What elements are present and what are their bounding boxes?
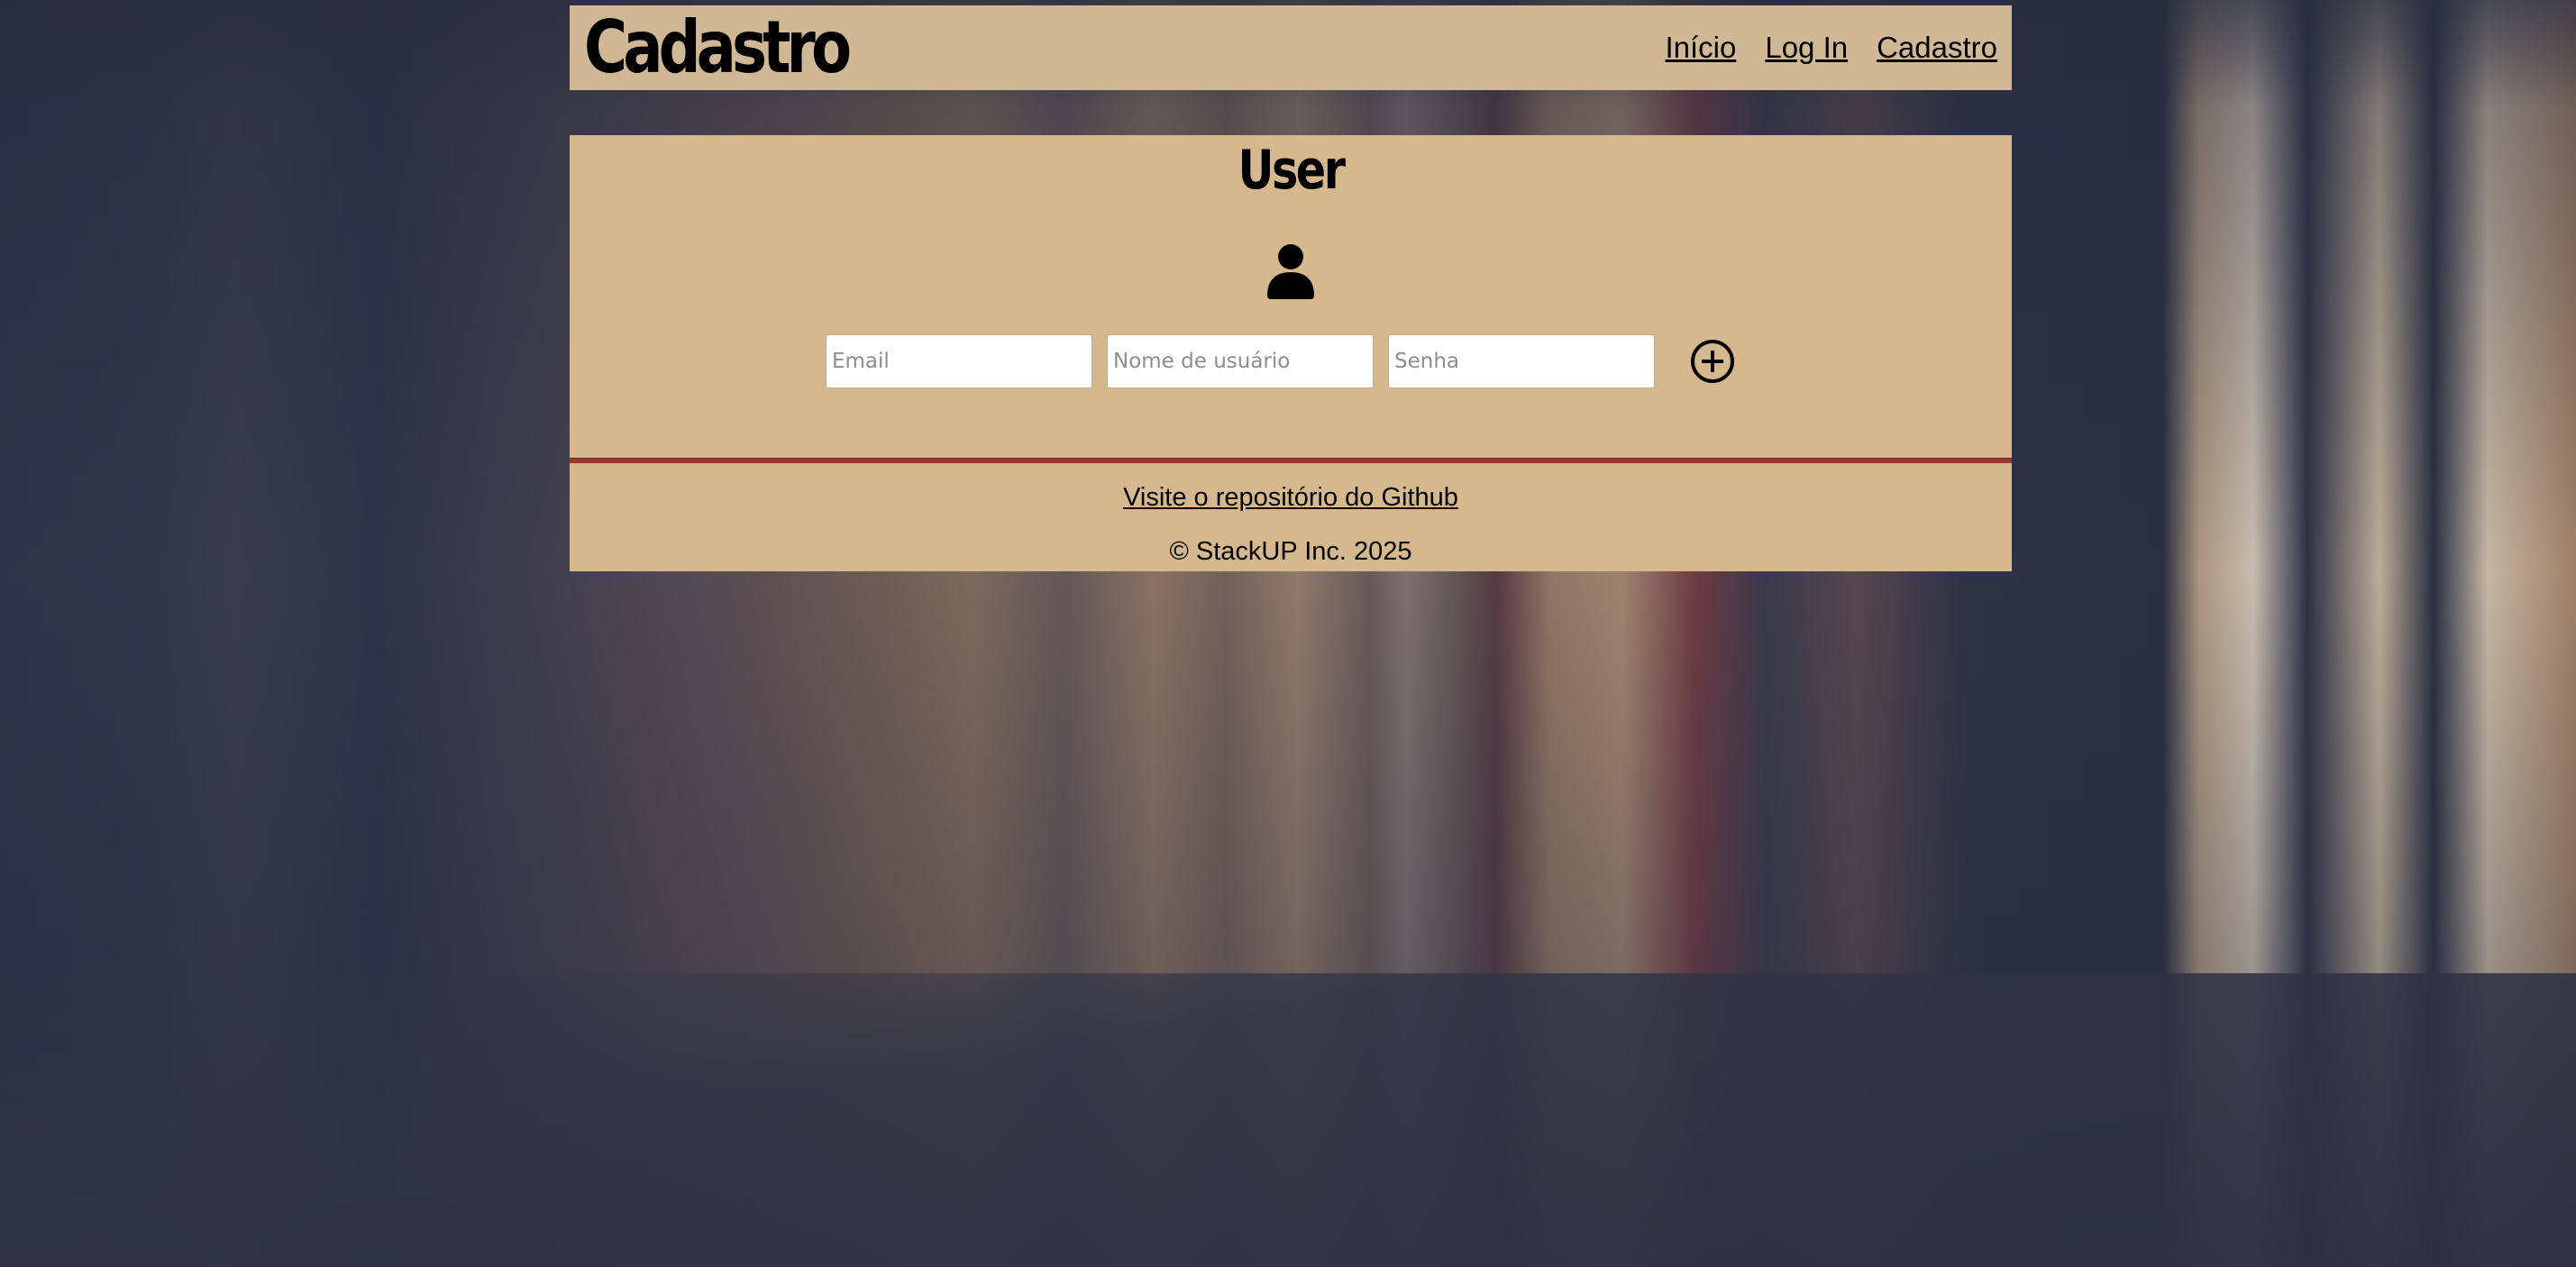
card-title: User: [1238, 139, 1345, 202]
password-field[interactable]: [1388, 334, 1655, 388]
site-footer: Visite o repositório do Github © StackUP…: [570, 463, 2012, 571]
page-container: Cadastro Início Log In Cadastro User Ema…: [570, 5, 2012, 571]
nav-link-inicio[interactable]: Início: [1665, 31, 1736, 65]
username-field[interactable]: [1107, 334, 1374, 388]
nav-link-cadastro[interactable]: Cadastro: [1877, 31, 1997, 65]
add-user-button[interactable]: [1689, 338, 1736, 385]
site-header: Cadastro Início Log In Cadastro: [570, 5, 2012, 90]
background-bookshelf-bottom: [0, 973, 2576, 1267]
plus-circle-icon: [1691, 340, 1734, 383]
user-icon: [1267, 244, 1314, 299]
signup-form: [826, 334, 1736, 388]
github-repo-link[interactable]: Visite o repositório do Github: [570, 483, 2012, 513]
email-field[interactable]: [826, 334, 1092, 388]
signup-card: User: [570, 135, 2012, 463]
main-nav: Início Log In Cadastro: [1665, 31, 1997, 65]
site-title: Cadastro: [584, 5, 852, 89]
copyright-text: © StackUP Inc. 2025: [1169, 537, 1412, 566]
nav-link-login[interactable]: Log In: [1765, 31, 1848, 65]
